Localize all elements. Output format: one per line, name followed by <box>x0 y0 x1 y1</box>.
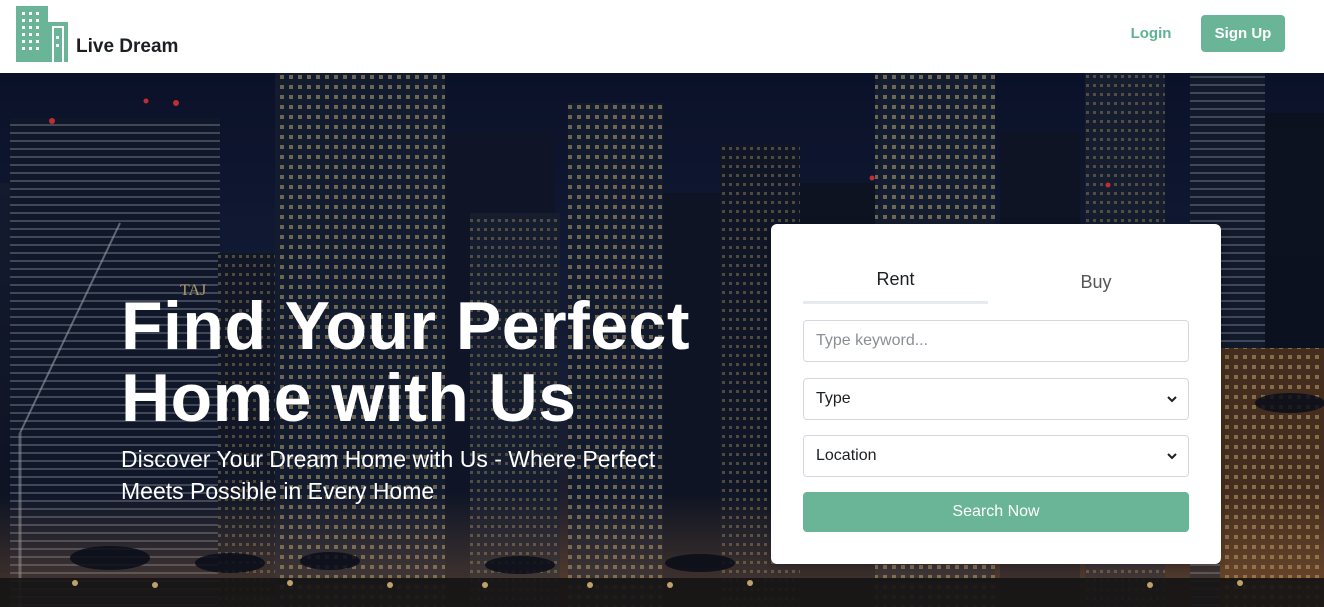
keyword-placeholder: Type keyword... <box>816 332 929 349</box>
signup-button[interactable]: Sign Up <box>1201 15 1285 52</box>
keyword-input[interactable]: Type keyword... <box>803 320 1189 362</box>
tab-buy[interactable]: Buy <box>1003 262 1189 304</box>
buildings-logo-icon[interactable] <box>16 6 70 62</box>
hero-headline: Find Your Perfect Home with Us <box>121 290 761 434</box>
search-card: Rent Buy Type keyword... Type Location S… <box>771 224 1221 564</box>
chevron-down-icon <box>1167 453 1177 460</box>
location-select-value: Location <box>816 447 877 464</box>
chevron-down-icon <box>1167 396 1177 403</box>
brand-name[interactable]: Live Dream <box>76 36 178 58</box>
search-now-button[interactable]: Search Now <box>803 492 1189 532</box>
login-link[interactable]: Login <box>1118 15 1184 51</box>
location-select[interactable]: Location <box>803 435 1189 477</box>
tab-rent[interactable]: Rent <box>803 262 988 304</box>
hero-subline: Discover Your Dream Home with Us - Where… <box>121 446 656 504</box>
hero-headline-line2: Home with Us <box>121 360 577 436</box>
type-select[interactable]: Type <box>803 378 1189 420</box>
site-header: Live Dream Login Sign Up <box>0 0 1324 73</box>
type-select-value: Type <box>816 390 851 407</box>
hero-headline-line1: Find Your Perfect <box>121 288 690 364</box>
